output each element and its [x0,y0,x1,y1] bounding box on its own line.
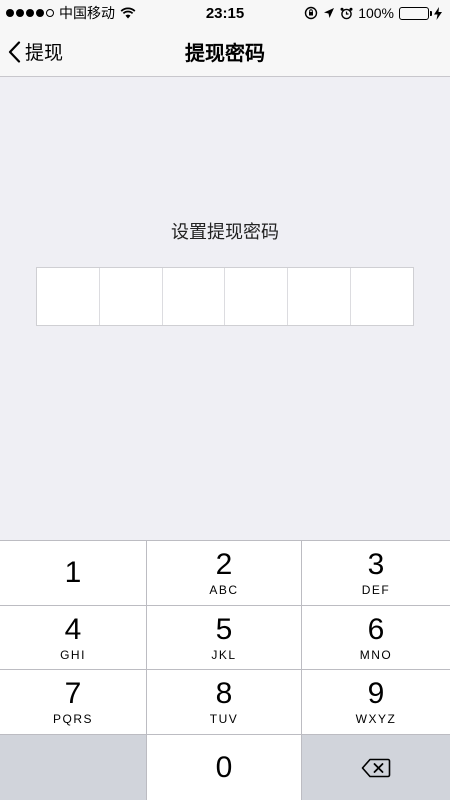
key-letters: TUV [209,712,239,726]
key-digit: 4 [64,612,82,646]
location-arrow-icon [324,8,335,18]
key-3[interactable]: 3 DEF [302,541,450,606]
key-digit: 2 [215,548,233,581]
pin-prompt: 设置提现密码 [171,222,279,242]
wifi-icon [120,7,136,19]
key-digit: 7 [64,677,82,710]
pin-input[interactable] [36,267,414,326]
key-digit: 8 [215,677,233,710]
key-digit: 6 [367,612,385,646]
key-1[interactable]: 1 [0,541,147,606]
numeric-keypad: 1 2 ABC 3 DEF 4 GHI 5 JKL 6 MNO 7 PQRS 8… [0,540,450,800]
key-letters: JKL [211,647,237,662]
key-letters: PQRS [52,712,93,726]
alarm-icon [340,7,353,19]
page-title: 提现密码 [185,43,265,65]
key-letters: WXYZ [355,712,397,726]
key-letters: GHI [60,647,86,662]
key-digit: 0 [215,750,233,784]
charging-bolt-icon [434,6,442,20]
status-bar: 中国移动 23:15 100% [0,0,450,26]
navigation-bar: 提现 提现密码 [0,26,450,77]
key-5[interactable]: 5 JKL [147,606,302,670]
key-4[interactable]: 4 GHI [0,606,147,670]
key-blank [0,735,147,800]
rotation-lock-icon [304,6,318,20]
key-letters: ABC [209,583,239,597]
key-digit: 9 [367,677,385,710]
key-letters: MNO [359,647,393,662]
key-2[interactable]: 2 ABC [147,541,302,606]
battery-icon [399,6,432,20]
key-0[interactable]: 0 [147,735,302,800]
key-7[interactable]: 7 PQRS [0,670,147,735]
battery-percent: 100% [358,5,394,21]
back-label: 提现 [25,43,64,64]
delete-button[interactable] [302,735,450,800]
pin-cell[interactable] [351,268,413,325]
key-letters: DEF [361,583,391,597]
carrier-name: 中国移动 [59,5,115,21]
pin-cell[interactable] [163,268,226,325]
key-9[interactable]: 9 WXYZ [302,670,450,735]
key-digit: 3 [367,548,385,581]
back-button[interactable]: 提现 [8,26,63,77]
pin-cell[interactable] [100,268,163,325]
status-left: 中国移动 [6,3,136,23]
chevron-left-icon [8,40,21,63]
signal-strength-icon [6,9,54,17]
key-digit: 5 [215,612,233,646]
pin-cell[interactable] [37,268,100,325]
key-digit: 1 [64,556,82,589]
backspace-icon [361,758,391,777]
key-8[interactable]: 8 TUV [147,670,302,735]
status-right: 100% [304,5,442,21]
key-6[interactable]: 6 MNO [302,606,450,670]
pin-cell[interactable] [288,268,352,325]
pin-cell[interactable] [225,268,289,325]
